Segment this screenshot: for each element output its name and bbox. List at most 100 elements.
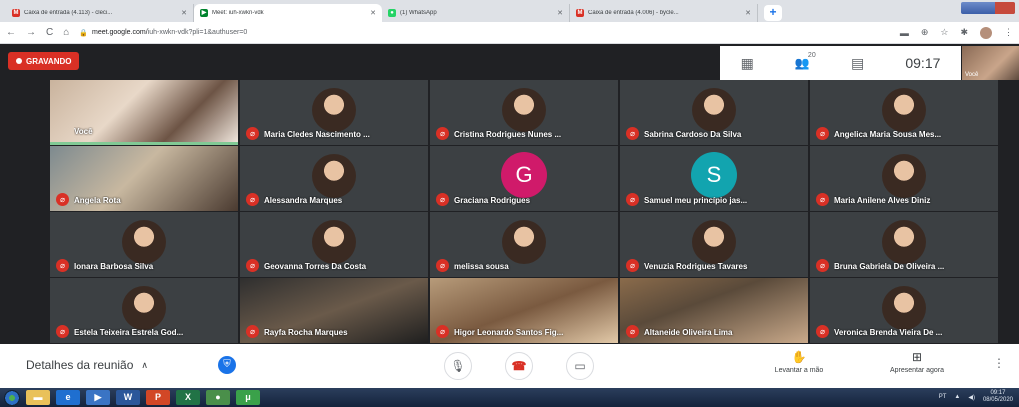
participant-tile[interactable]: ⌀ Bruna Gabriela De Oliveira ... [810, 212, 998, 277]
participant-tile[interactable]: ⌀ Estela Teixeira Estrela God... [50, 278, 238, 343]
mic-muted-icon: ⌀ [626, 193, 639, 206]
utorrent-icon[interactable]: μ [236, 390, 260, 405]
chevron-up-icon: ∧ [141, 359, 149, 370]
mic-muted-icon: ⌀ [436, 193, 449, 206]
tab-label: Caixa de entrada (4.006) - bycle... [588, 10, 679, 16]
extensions-icon[interactable]: ✱ [960, 27, 968, 38]
forward-icon[interactable]: → [26, 27, 36, 38]
meet-icon: ▶ [200, 9, 208, 17]
present-now-button[interactable]: ⊞ Apresentar agora [872, 350, 962, 374]
microphone-button[interactable]: 🎙 [444, 352, 472, 380]
meeting-details-button[interactable]: Detalhes da reunião ∧ [26, 358, 148, 372]
security-shield-icon[interactable]: ⛨ [218, 356, 236, 374]
media-player-icon[interactable]: ▶ [86, 390, 110, 405]
participant-tile[interactable]: ⌀ Rayfa Rocha Marques [240, 278, 428, 343]
network-icon[interactable]: ▲ [954, 394, 960, 400]
participant-name: Higor Leonardo Santos Fig... [454, 328, 564, 337]
participant-name: Angela Rota [74, 196, 121, 205]
tab-close-icon[interactable]: ✕ [370, 9, 376, 17]
participant-tile[interactable]: ⌀ Maria Anilene Alves Diniz [810, 146, 998, 211]
microphone-icon: 🎙 [450, 359, 466, 373]
participant-tile[interactable]: ⌀ Angelica Maria Sousa Mes... [810, 80, 998, 145]
participant-tile[interactable]: ⌀ Altaneide Oliveira Lima [620, 278, 808, 343]
self-view-thumbnail[interactable]: Você [962, 46, 1019, 80]
participant-avatar [692, 88, 736, 132]
participant-name: Estela Teixeira Estrela God... [74, 328, 184, 337]
chrome-icon[interactable]: ● [206, 390, 230, 405]
participant-tile[interactable]: ⌀ Cristina Rodrigues Nunes ... [430, 80, 618, 145]
participant-avatar [882, 286, 926, 330]
participant-tile[interactable]: ⌀ melissa sousa [430, 212, 618, 277]
new-tab-button[interactable]: + [764, 5, 782, 21]
browser-tab[interactable]: M Caixa de entrada (4.006) - bycle... ✕ [570, 4, 758, 22]
participant-name: Alessandra Marques [264, 196, 343, 205]
participant-name: Você [74, 127, 93, 136]
participants-button[interactable]: 👥 20 [795, 52, 816, 70]
participant-count: 20 [807, 52, 816, 59]
powerpoint-icon[interactable]: P [146, 390, 170, 405]
participant-tile[interactable]: ⌀ Sabrina Cardoso Da Silva [620, 80, 808, 145]
participant-tile[interactable]: ⌀ Veronica Brenda Vieira De ... [810, 278, 998, 343]
participant-tile[interactable]: ⌀ Maria Cledes Nascimento ... [240, 80, 428, 145]
internet-explorer-icon[interactable]: e [56, 390, 80, 405]
tab-close-icon[interactable]: ✕ [181, 9, 187, 17]
menu-icon[interactable]: ⋮ [1004, 27, 1013, 38]
file-explorer-icon[interactable]: ▬ [26, 390, 50, 405]
word-icon[interactable]: W [116, 390, 140, 405]
language-indicator[interactable]: PT [939, 394, 947, 400]
participant-tile[interactable]: ⌀ Alessandra Marques [240, 146, 428, 211]
tray-clock[interactable]: 09:17 08/05/2020 [983, 390, 1013, 404]
volume-icon[interactable]: ◀) [968, 394, 975, 401]
participant-initial-avatar: G [501, 152, 547, 198]
back-icon[interactable]: ← [6, 27, 16, 38]
participant-name: Maria Anilene Alves Diniz [834, 196, 931, 205]
mic-muted-icon: ⌀ [816, 193, 829, 206]
window-controls[interactable] [961, 2, 1015, 14]
participant-tile[interactable]: G ⌀ Graciana Rodrigues [430, 146, 618, 211]
bookmark-star-icon[interactable]: ☆ [940, 27, 948, 38]
mic-muted-icon: ⌀ [246, 325, 259, 338]
participant-tile[interactable]: S ⌀ Samuel meu princípio jas... [620, 146, 808, 211]
more-options-icon[interactable]: ⋮ [993, 356, 1005, 370]
participant-avatar [312, 154, 356, 198]
mic-muted-icon: ⌀ [246, 127, 259, 140]
profile-avatar[interactable] [980, 26, 992, 39]
meeting-controls-bar: Detalhes da reunião ∧ ⛨ 🎙 ☎ ▭ ✋ Levantar… [0, 344, 1019, 388]
participant-tile[interactable]: ⌀ Angela Rota [50, 146, 238, 211]
raise-hand-button[interactable]: ✋ Levantar a mão [762, 350, 836, 374]
participant-name: Cristina Rodrigues Nunes ... [454, 130, 562, 139]
start-button[interactable] [4, 389, 20, 406]
browser-tab[interactable]: M Caixa de entrada (4.113) - cleci... ✕ [6, 4, 194, 22]
tab-label: (1) WhatsApp [400, 10, 437, 16]
tray-date: 08/05/2020 [982, 397, 1013, 403]
tab-close-icon[interactable]: ✕ [745, 9, 751, 17]
mic-muted-icon: ⌀ [436, 325, 449, 338]
participant-tile[interactable]: Você [50, 80, 238, 145]
mic-muted-icon: ⌀ [626, 259, 639, 272]
camera-indicator-icon[interactable]: ▬ [900, 28, 909, 38]
layout-grid-icon[interactable]: ▦ [741, 55, 754, 72]
participant-tile[interactable]: ⌀ Ionara Barbosa Silva [50, 212, 238, 277]
camera-icon: ▭ [574, 359, 586, 373]
url-field[interactable]: 🔒 meet.google.com/iuh-xwkn-vdk?pli=1&aut… [79, 29, 890, 37]
browser-tab[interactable]: ● (1) WhatsApp ✕ [382, 4, 570, 22]
participant-tile[interactable]: ⌀ Higor Leonardo Santos Fig... [430, 278, 618, 343]
participant-avatar [312, 220, 356, 264]
window-close-button[interactable] [995, 2, 1015, 14]
leave-call-button[interactable]: ☎ [505, 352, 533, 380]
camera-button[interactable]: ▭ [566, 352, 594, 380]
home-icon[interactable]: ⌂ [63, 27, 69, 38]
url-host: meet.google.com/ [92, 29, 148, 36]
tab-close-icon[interactable]: ✕ [557, 9, 563, 17]
participant-tile[interactable]: ⌀ Venuzia Rodrigues Tavares [620, 212, 808, 277]
participant-name: Veronica Brenda Vieira De ... [834, 328, 943, 337]
reload-icon[interactable]: C [46, 27, 53, 38]
participant-tile[interactable]: ⌀ Geovanna Torres Da Costa [240, 212, 428, 277]
participant-avatar [502, 220, 546, 264]
zoom-icon[interactable]: ⊕ [921, 27, 929, 38]
chat-icon[interactable]: ▤ [851, 55, 864, 72]
meeting-details-label: Detalhes da reunião [26, 358, 134, 372]
excel-icon[interactable]: X [176, 390, 200, 405]
gmail-icon: M [576, 9, 584, 17]
browser-tab[interactable]: ▶ Meet: iuh-xwkn-vdk ✕ [194, 4, 382, 22]
